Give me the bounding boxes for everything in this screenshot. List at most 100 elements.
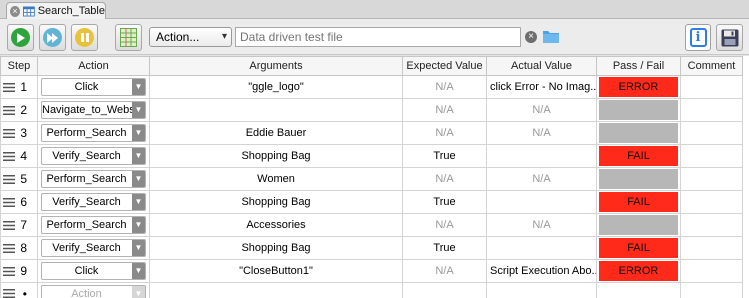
pass-fail-cell bbox=[596, 213, 681, 237]
arguments-cell[interactable]: Women bbox=[149, 167, 403, 191]
expected-value-cell[interactable]: N/A bbox=[402, 121, 487, 145]
tab-search-table[interactable]: × Search_Table bbox=[6, 2, 106, 19]
comment-cell[interactable] bbox=[680, 236, 743, 260]
actual-value-cell bbox=[486, 236, 597, 260]
step-number: • bbox=[22, 286, 27, 298]
drag-handle-icon[interactable] bbox=[3, 289, 15, 298]
action-select-value: Click bbox=[74, 265, 99, 277]
drag-handle-icon[interactable] bbox=[3, 266, 15, 276]
pause-button[interactable] bbox=[71, 24, 98, 51]
column-header-actual-value[interactable]: Actual Value bbox=[486, 56, 597, 76]
expected-value-cell[interactable]: True bbox=[402, 190, 487, 214]
run-step-button[interactable] bbox=[39, 24, 66, 51]
actual-value-cell: N/A bbox=[486, 167, 597, 191]
action-dropdown[interactable]: Action... ▾ bbox=[149, 27, 232, 47]
expected-value-cell[interactable]: True bbox=[402, 236, 487, 260]
step-cell: 1 bbox=[0, 75, 38, 99]
action-select[interactable]: Verify_Search ▼ bbox=[41, 193, 146, 211]
arguments-cell[interactable]: Shopping Bag bbox=[149, 190, 403, 214]
drag-handle-icon[interactable] bbox=[3, 220, 15, 230]
info-icon: i bbox=[689, 28, 707, 47]
new-row: • Action ▼ bbox=[0, 282, 743, 298]
table-row: 3 Perform_Search ▼ Eddie Bauer N/A N/A bbox=[0, 121, 743, 145]
actual-value-cell: click Error - No Imag... bbox=[486, 75, 597, 99]
grid-button[interactable] bbox=[115, 24, 142, 51]
expected-value-cell[interactable]: N/A bbox=[402, 75, 487, 99]
arguments-cell[interactable]: "ggle_logo" bbox=[149, 75, 403, 99]
comment-cell[interactable] bbox=[680, 259, 743, 283]
column-header-expected-value[interactable]: Expected Value bbox=[402, 56, 487, 76]
column-header-comment[interactable]: Comment bbox=[680, 56, 743, 76]
pass-fail-cell bbox=[596, 98, 681, 122]
info-button[interactable]: i bbox=[685, 24, 711, 51]
arguments-cell[interactable]: "CloseButton1" bbox=[149, 259, 403, 283]
clear-file-button[interactable]: × bbox=[525, 31, 537, 43]
arguments-cell[interactable]: Accessories bbox=[149, 213, 403, 237]
action-select[interactable]: Click ▼ bbox=[41, 78, 146, 96]
table-icon bbox=[22, 6, 35, 16]
play-icon bbox=[11, 28, 30, 47]
actual-value-cell bbox=[486, 190, 597, 214]
arguments-cell[interactable] bbox=[149, 282, 403, 298]
folder-icon[interactable] bbox=[542, 28, 560, 44]
arguments-cell[interactable]: Shopping Bag bbox=[149, 236, 403, 260]
expected-value-cell[interactable]: N/A bbox=[402, 98, 487, 122]
action-select[interactable]: Perform_Search ▼ bbox=[41, 170, 146, 188]
chevron-down-icon: ▼ bbox=[132, 148, 145, 164]
column-header-action[interactable]: Action bbox=[37, 56, 150, 76]
close-icon[interactable]: × bbox=[10, 5, 20, 17]
drag-handle-icon[interactable] bbox=[3, 174, 15, 184]
arguments-cell[interactable]: Eddie Bauer bbox=[149, 121, 403, 145]
drag-handle-icon[interactable] bbox=[3, 105, 15, 115]
action-select[interactable]: Click ▼ bbox=[41, 262, 146, 280]
column-header-step[interactable]: Step bbox=[0, 56, 38, 76]
pass-fail-cell: FAIL bbox=[596, 144, 681, 168]
table-row: 8 Verify_Search ▼ Shopping Bag True FAIL bbox=[0, 236, 743, 260]
new-row-step: • bbox=[0, 282, 38, 298]
actual-value-cell: N/A bbox=[486, 213, 597, 237]
comment-cell[interactable] bbox=[680, 282, 743, 298]
drag-handle-icon[interactable] bbox=[3, 128, 15, 138]
comment-cell[interactable] bbox=[680, 167, 743, 191]
data-file-input[interactable] bbox=[235, 27, 521, 47]
pass-fail-cell: ERROR bbox=[596, 259, 681, 283]
comment-cell[interactable] bbox=[680, 75, 743, 99]
chevron-down-icon: ▾ bbox=[221, 31, 227, 42]
action-select[interactable]: Navigate_to_Websit ▼ bbox=[41, 101, 146, 119]
arguments-cell[interactable]: Shopping Bag bbox=[149, 144, 403, 168]
action-select[interactable]: Perform_Search ▼ bbox=[41, 124, 146, 142]
pass-fail-status: FAIL bbox=[599, 146, 678, 166]
action-select[interactable]: Verify_Search ▼ bbox=[41, 239, 146, 257]
drag-handle-icon[interactable] bbox=[3, 82, 15, 92]
action-select[interactable]: Action ▼ bbox=[41, 284, 146, 298]
comment-cell[interactable] bbox=[680, 190, 743, 214]
expected-value-cell[interactable] bbox=[402, 282, 487, 298]
actual-value-cell: N/A bbox=[486, 121, 597, 145]
pass-fail-status bbox=[599, 169, 678, 189]
expected-value-cell[interactable]: True bbox=[402, 144, 487, 168]
column-header-pass-fail[interactable]: Pass / Fail bbox=[596, 56, 681, 76]
comment-cell[interactable] bbox=[680, 213, 743, 237]
drag-handle-icon[interactable] bbox=[3, 197, 15, 207]
action-select[interactable]: Verify_Search ▼ bbox=[41, 147, 146, 165]
expected-value-cell[interactable]: N/A bbox=[402, 259, 487, 283]
comment-cell[interactable] bbox=[680, 121, 743, 145]
comment-cell[interactable] bbox=[680, 144, 743, 168]
action-select[interactable]: Perform_Search ▼ bbox=[41, 216, 146, 234]
step-cell: 6 bbox=[0, 190, 38, 214]
expected-value-cell[interactable]: N/A bbox=[402, 213, 487, 237]
save-button[interactable] bbox=[716, 24, 743, 51]
actual-value-cell bbox=[486, 282, 597, 298]
pause-icon bbox=[75, 28, 94, 47]
expected-value-cell[interactable]: N/A bbox=[402, 167, 487, 191]
drag-handle-icon[interactable] bbox=[3, 151, 15, 161]
action-cell: Perform_Search ▼ bbox=[37, 121, 150, 145]
column-header-arguments[interactable]: Arguments bbox=[149, 56, 403, 76]
comment-cell[interactable] bbox=[680, 98, 743, 122]
drag-handle-icon[interactable] bbox=[3, 243, 15, 253]
step-number: 1 bbox=[20, 80, 27, 94]
table-row: 6 Verify_Search ▼ Shopping Bag True FAIL bbox=[0, 190, 743, 214]
arguments-cell[interactable] bbox=[149, 98, 403, 122]
run-button[interactable] bbox=[7, 24, 34, 51]
action-select-value: Click bbox=[74, 81, 99, 93]
